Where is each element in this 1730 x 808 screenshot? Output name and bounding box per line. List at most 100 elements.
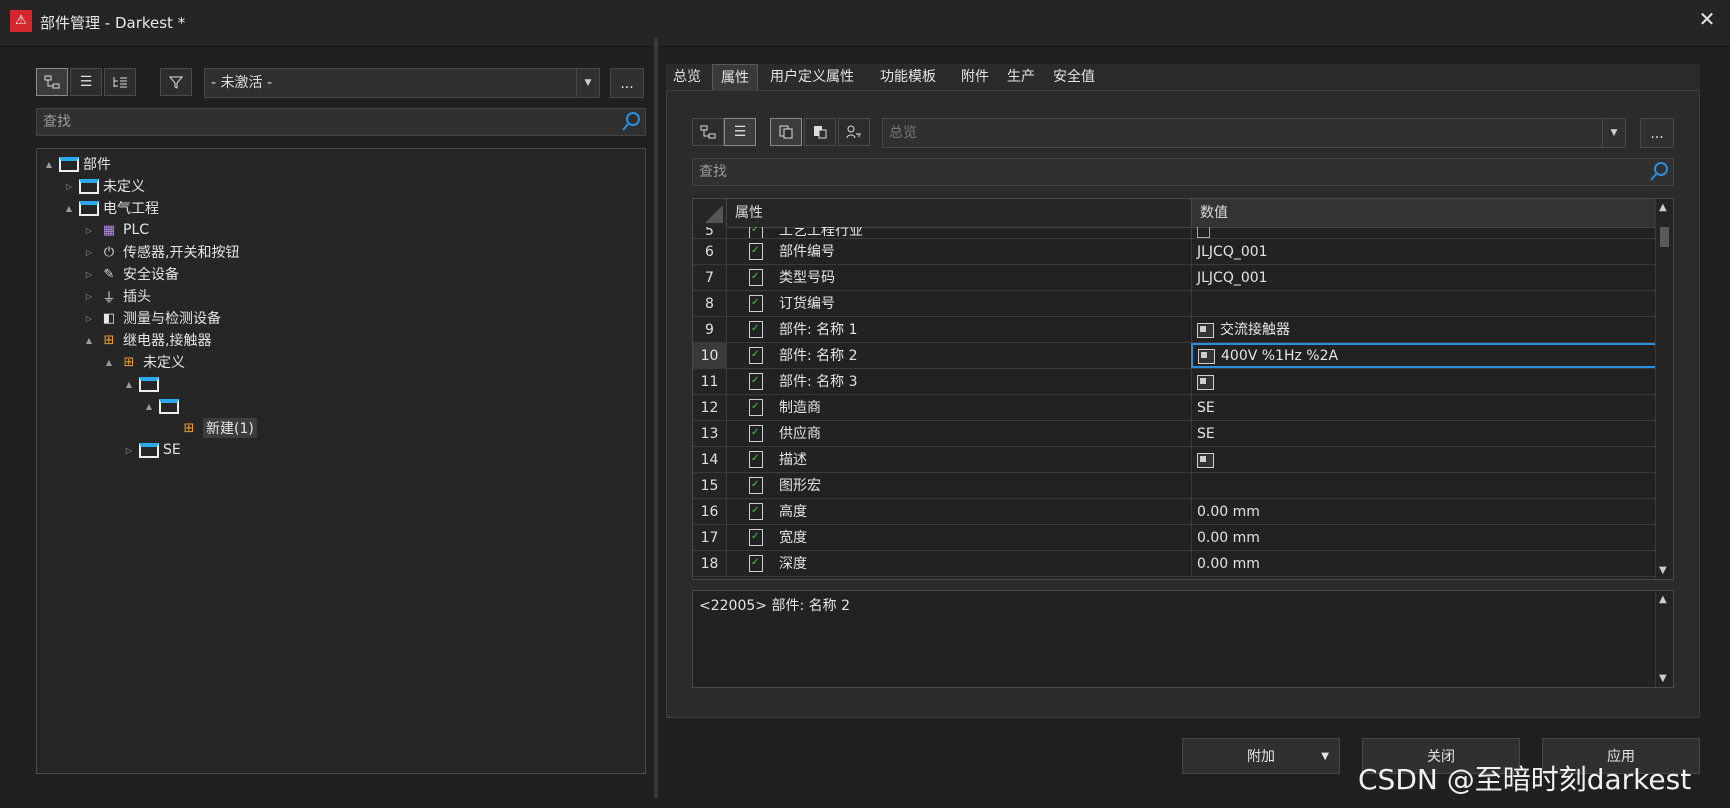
table-row[interactable]: 9 部件: 名称 1 交流接触器	[693, 317, 1657, 343]
list-view-button[interactable]: ☰	[70, 68, 102, 96]
scroll-up-icon[interactable]: ▲	[1659, 594, 1667, 605]
copy-button[interactable]	[770, 118, 802, 146]
right-search-input[interactable]: 查找	[692, 158, 1674, 186]
tree-node[interactable]: ▷ ⏻ 传感器,开关和按钮	[83, 241, 240, 263]
table-row[interactable]: 8 订货编号	[693, 291, 1657, 317]
tree-node[interactable]: ▷ ▦ PLC	[83, 219, 149, 241]
property-value[interactable]: 交流接触器	[1191, 317, 1657, 342]
description-box[interactable]: <22005> 部件: 名称 2 ▲ ▼	[692, 590, 1674, 688]
property-value[interactable]	[1191, 473, 1657, 498]
tree-node[interactable]: ▷ 未定义	[63, 175, 145, 197]
table-row[interactable]: 15 图形宏	[693, 473, 1657, 499]
scroll-down-icon[interactable]: ▼	[1659, 673, 1667, 684]
row-number[interactable]: 17	[693, 525, 727, 550]
tree-node[interactable]: ▷ SE	[123, 439, 181, 461]
tree-node[interactable]: ▲ ⊞ 继电器,接触器	[83, 329, 212, 351]
tab-5[interactable]: 生产	[1000, 64, 1042, 90]
property-column-header[interactable]: 属性	[735, 199, 763, 227]
multilanguage-icon[interactable]	[1198, 348, 1215, 364]
property-value[interactable]	[1191, 447, 1657, 472]
expand-arrow-icon[interactable]: ▷	[83, 248, 95, 257]
tab-3[interactable]: 功能模板	[866, 64, 950, 90]
tree-node[interactable]: ▲	[123, 373, 163, 395]
tree-node[interactable]: ▲ 部件	[43, 153, 111, 175]
tab-6[interactable]: 安全值	[1046, 64, 1102, 90]
multilanguage-icon[interactable]	[1197, 374, 1214, 390]
property-value[interactable]: 0.00 mm	[1191, 499, 1657, 524]
row-number[interactable]: 18	[693, 551, 727, 576]
properties-grid[interactable]: 属性 数值 5 工艺工程行业 6 部件编号 JLJCQ_001 7 类型号码 JLJCQ_00…	[692, 198, 1674, 580]
property-value[interactable]: 0.00 mm	[1191, 525, 1657, 550]
attach-button[interactable]: 附加 ▼	[1182, 738, 1340, 774]
table-row[interactable]: 16 高度 0.00 mm	[693, 499, 1657, 525]
tab-1[interactable]: 属性	[712, 64, 758, 90]
row-number[interactable]: 7	[693, 265, 727, 290]
tree-view-button[interactable]	[36, 68, 68, 96]
property-value[interactable]: SE	[1191, 395, 1657, 420]
row-number[interactable]: 15	[693, 473, 727, 498]
row-number[interactable]: 11	[693, 369, 727, 394]
tree-node[interactable]: ▷ ⏚ 插头	[83, 285, 151, 307]
collapse-arrow-icon[interactable]: ▲	[143, 402, 155, 411]
property-value[interactable]: 400V %1Hz %2A	[1191, 343, 1657, 368]
paste-button[interactable]	[804, 118, 836, 146]
left-search-input[interactable]: 查找	[36, 108, 646, 136]
table-row[interactable]: 13 供应商 SE	[693, 421, 1657, 447]
tree-node[interactable]: ▷ ◧ 测量与检测设备	[83, 307, 221, 329]
filter-more-button[interactable]: ...	[610, 68, 644, 98]
table-row[interactable]: 12 制造商 SE	[693, 395, 1657, 421]
expand-arrow-icon[interactable]: ▷	[83, 292, 95, 301]
multilanguage-icon[interactable]	[1197, 452, 1214, 468]
property-value[interactable]: 0.00 mm	[1191, 551, 1657, 576]
tab-4[interactable]: 附件	[954, 64, 996, 90]
property-value[interactable]	[1191, 369, 1657, 394]
close-window-icon[interactable]: ✕	[1690, 4, 1724, 34]
tree-view-button-right[interactable]	[692, 118, 724, 146]
tab-0[interactable]: 总览	[666, 64, 708, 90]
property-value[interactable]: JLJCQ_001	[1191, 265, 1657, 290]
scrollbar-thumb[interactable]	[1660, 227, 1669, 247]
row-number[interactable]: 14	[693, 447, 727, 472]
property-value[interactable]: JLJCQ_001	[1191, 239, 1657, 264]
grid-scrollbar[interactable]: ▲ ▼	[1655, 199, 1673, 579]
description-scrollbar[interactable]: ▲ ▼	[1655, 591, 1673, 687]
table-row[interactable]: 6 部件编号 JLJCQ_001	[693, 239, 1657, 265]
row-number[interactable]: 12	[693, 395, 727, 420]
user-properties-button[interactable]	[838, 118, 870, 146]
value-column-header[interactable]: 数值	[1191, 199, 1657, 227]
expand-arrow-icon[interactable]: ▷	[83, 270, 95, 279]
expand-arrow-icon[interactable]: ▷	[83, 226, 95, 235]
collapse-arrow-icon[interactable]: ▲	[123, 380, 135, 389]
tab-2[interactable]: 用户定义属性	[762, 64, 862, 90]
parts-tree[interactable]: ▲ 部件 ▷ 未定义 ▲ 电气工程 ▷ ▦ PLC ▷ ⏻ 传感器,开关和按钮 ▷ ✎ 安全设备 ▷ ⏚ 插头 ▷ ◧…	[36, 148, 646, 774]
row-number[interactable]: 10	[693, 343, 727, 368]
table-row[interactable]: 11 部件: 名称 3	[693, 369, 1657, 395]
table-row[interactable]: 7 类型号码 JLJCQ_001	[693, 265, 1657, 291]
hierarchy-list-button[interactable]	[104, 68, 136, 96]
tree-node[interactable]: ▲ 电气工程	[63, 197, 159, 219]
table-row[interactable]: 5 工艺工程行业	[693, 227, 1657, 239]
scroll-down-icon[interactable]: ▼	[1659, 565, 1667, 576]
tree-node[interactable]: ▷ ✎ 安全设备	[83, 263, 179, 285]
view-select[interactable]: 总览 ▼	[882, 118, 1626, 148]
property-value[interactable]: SE	[1191, 421, 1657, 446]
filter-select[interactable]: - 未激活 - ▼	[204, 68, 600, 98]
search-icon[interactable]	[1648, 161, 1670, 183]
search-icon[interactable]	[620, 111, 642, 133]
checkbox[interactable]	[1197, 227, 1210, 238]
row-number[interactable]: 13	[693, 421, 727, 446]
list-view-button-right[interactable]: ☰	[724, 118, 756, 146]
collapse-arrow-icon[interactable]: ▲	[103, 358, 115, 367]
collapse-arrow-icon[interactable]: ▲	[83, 336, 95, 345]
collapse-arrow-icon[interactable]: ▲	[43, 160, 55, 169]
row-number[interactable]: 16	[693, 499, 727, 524]
table-row[interactable]: 18 深度 0.00 mm	[693, 551, 1657, 577]
expand-arrow-icon[interactable]: ▷	[83, 314, 95, 323]
row-number[interactable]: 9	[693, 317, 727, 342]
table-row[interactable]: 14 描述	[693, 447, 1657, 473]
row-number[interactable]: 8	[693, 291, 727, 316]
multilanguage-icon[interactable]	[1197, 322, 1214, 338]
tree-node[interactable]: ⊞ 新建(1)	[163, 417, 257, 439]
table-row[interactable]: 17 宽度 0.00 mm	[693, 525, 1657, 551]
tree-node[interactable]: ▲ ⊞ 未定义	[103, 351, 185, 373]
